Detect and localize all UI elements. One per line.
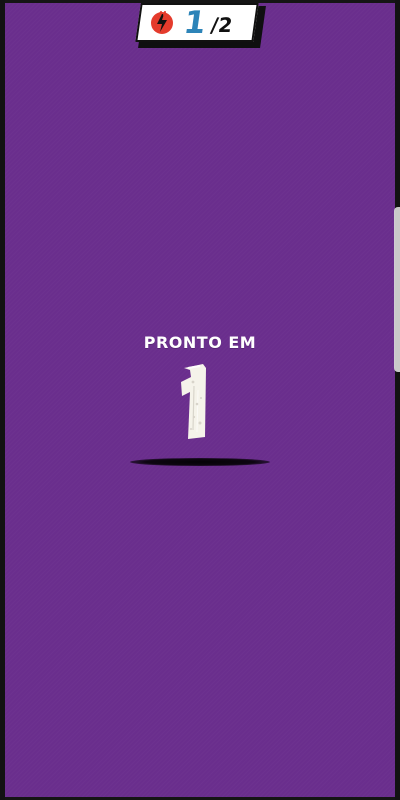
score-current: 1 [181,4,208,41]
countdown-shadow [130,458,270,466]
score-panel-content: 1 /2 [148,4,254,41]
left-frame-edge [0,0,5,800]
ready-label: PRONTO EM [143,333,257,352]
score-total: /2 [208,13,234,37]
countdown-number-graphic [181,364,206,439]
countdown-block: PRONTO EM [0,333,400,353]
lightning-badge-icon [151,11,173,34]
right-frame-edge [395,0,400,800]
